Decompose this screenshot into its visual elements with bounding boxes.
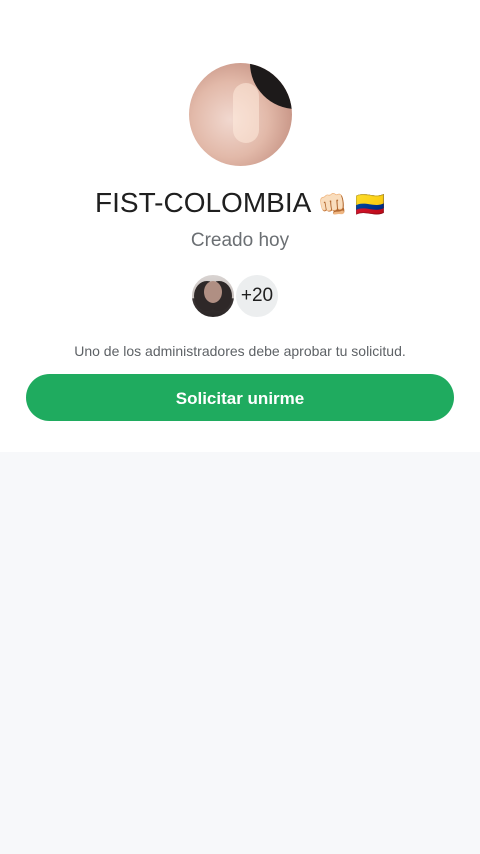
group-info-card: FIST-COLOMBIA 👊🏻 🇨🇴 Creado hoy +20 Uno d…	[0, 0, 480, 452]
group-avatar-highlight	[233, 83, 259, 143]
member-avatar[interactable]	[190, 273, 236, 319]
group-created-date: Creado hoy	[190, 230, 290, 251]
member-count-badge[interactable]: +20	[234, 273, 280, 319]
group-name-emojis: 👊🏻 🇨🇴	[317, 190, 385, 219]
group-name-text: FIST-COLOMBIA	[95, 187, 310, 218]
request-join-button[interactable]: Solicitar unirme	[26, 374, 454, 421]
group-title: FIST-COLOMBIA 👊🏻 🇨🇴	[0, 185, 480, 223]
approval-notice: Uno de los administradores debe aprobar …	[74, 343, 406, 359]
group-avatar[interactable]	[189, 63, 292, 166]
avatar-person-icon	[204, 281, 222, 303]
